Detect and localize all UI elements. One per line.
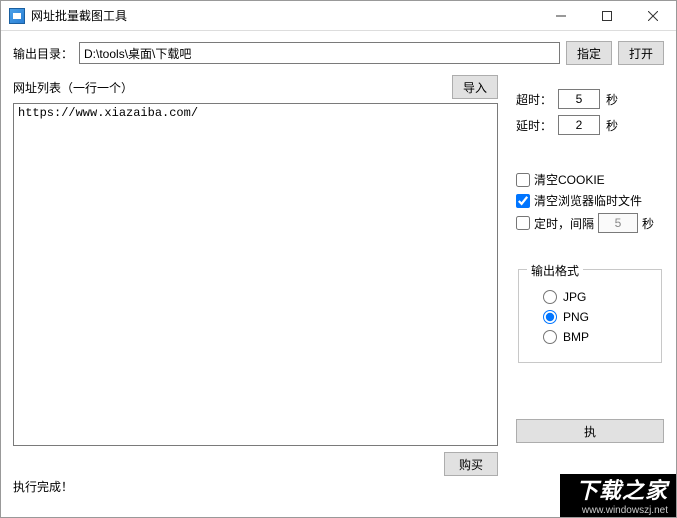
clear-temp-row: 清空浏览器临时文件	[516, 192, 664, 209]
app-icon	[9, 8, 25, 24]
clear-temp-label: 清空浏览器临时文件	[534, 192, 642, 209]
start-button[interactable]: 执	[516, 419, 664, 443]
interval-row: 定时，间隔 秒	[516, 213, 664, 233]
title-bar: 网址批量截图工具	[1, 1, 676, 31]
clear-cookie-row: 清空COOKIE	[516, 171, 664, 188]
url-list-header-row: 网址列表（一行一个） 导入	[13, 75, 498, 99]
window-title: 网址批量截图工具	[31, 7, 127, 24]
interval-input[interactable]	[598, 213, 638, 233]
delay-label: 延时：	[516, 117, 552, 134]
interval-checkbox[interactable]	[516, 216, 530, 230]
format-radio-png[interactable]	[543, 310, 557, 324]
maximize-button[interactable]	[584, 1, 630, 30]
url-list-header: 网址列表（一行一个）	[13, 79, 133, 96]
left-column: 网址列表（一行一个） 导入 https://www.xiazaiba.com/ …	[13, 75, 498, 495]
format-radio-jpg[interactable]	[543, 290, 557, 304]
format-label-png: PNG	[563, 310, 589, 324]
open-dir-button[interactable]: 打开	[618, 41, 664, 65]
interval-unit: 秒	[642, 215, 654, 232]
delay-input[interactable]	[558, 115, 600, 135]
minimize-button[interactable]	[538, 1, 584, 30]
choose-dir-button[interactable]: 指定	[566, 41, 612, 65]
format-option-bmp: BMP	[543, 330, 651, 344]
url-list-textarea[interactable]: https://www.xiazaiba.com/	[13, 103, 498, 446]
output-format-legend: 输出格式	[527, 262, 583, 279]
format-label-jpg: JPG	[563, 290, 586, 304]
output-dir-input[interactable]	[79, 42, 560, 64]
output-dir-label: 输出目录：	[13, 45, 73, 62]
window-controls	[538, 1, 676, 30]
status-text: 执行完成！	[13, 478, 498, 495]
clear-cookie-label: 清空COOKIE	[534, 171, 605, 188]
watermark-url: www.windowszj.net	[576, 505, 668, 518]
right-column: 超时： 秒 延时： 秒 清空COOKIE 清空浏览器临时文件 定时，间隔	[516, 75, 664, 495]
delay-row: 延时： 秒	[516, 115, 664, 135]
clear-cookie-checkbox[interactable]	[516, 173, 530, 187]
output-dir-row: 输出目录： 指定 打开	[13, 41, 664, 65]
timeout-label: 超时：	[516, 91, 552, 108]
watermark: 下载之家 www.windowszj.net	[560, 474, 676, 517]
watermark-title: 下载之家	[576, 478, 668, 503]
format-option-png: PNG	[543, 310, 651, 324]
format-radio-bmp[interactable]	[543, 330, 557, 344]
output-format-group: 输出格式 JPG PNG BMP	[518, 269, 662, 363]
timeout-unit: 秒	[606, 91, 618, 108]
client-area: 输出目录： 指定 打开 网址列表（一行一个） 导入 https://www.xi…	[1, 31, 676, 517]
close-button[interactable]	[630, 1, 676, 30]
timeout-row: 超时： 秒	[516, 89, 664, 109]
format-option-jpg: JPG	[543, 290, 651, 304]
import-button[interactable]: 导入	[452, 75, 498, 99]
interval-label: 定时，间隔	[534, 215, 594, 232]
clear-temp-checkbox[interactable]	[516, 194, 530, 208]
buy-button[interactable]: 购买	[444, 452, 498, 476]
format-label-bmp: BMP	[563, 330, 589, 344]
timeout-input[interactable]	[558, 89, 600, 109]
delay-unit: 秒	[606, 117, 618, 134]
